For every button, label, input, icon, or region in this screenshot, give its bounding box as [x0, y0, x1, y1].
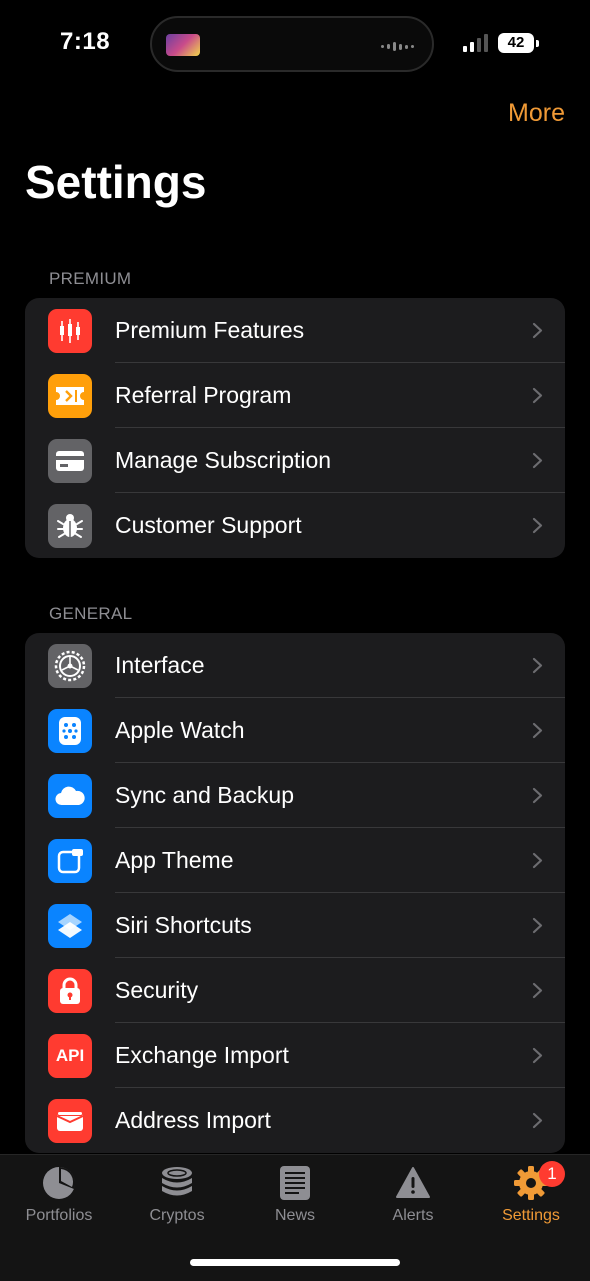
- settings-row-label: Address Import: [115, 1107, 271, 1133]
- cellular-signal-icon: [463, 34, 488, 52]
- settings-row-label: Apple Watch: [115, 717, 245, 743]
- now-playing-thumbnail: [166, 34, 200, 56]
- tab-news[interactable]: News: [236, 1165, 354, 1245]
- chevron-right-icon: [532, 1112, 543, 1129]
- settings-row-sync-and-backup[interactable]: Sync and Backup: [25, 763, 565, 828]
- credit-card-icon: [48, 439, 92, 483]
- warning-icon: [396, 1167, 430, 1198]
- tab-label: Settings: [502, 1207, 560, 1224]
- settings-row-label: Sync and Backup: [115, 782, 295, 808]
- notification-badge: 1: [539, 1161, 565, 1187]
- audio-waveform-icon: [381, 42, 414, 51]
- page-title: Settings: [25, 156, 207, 208]
- lock-icon: [48, 969, 92, 1013]
- settings-row-label: Interface: [115, 652, 205, 678]
- watch-icon: [48, 709, 92, 753]
- ticket-icon: [48, 374, 92, 418]
- candlestick-chart-icon: [48, 309, 92, 353]
- chevron-right-icon: [532, 1047, 543, 1064]
- chevron-right-icon: [532, 787, 543, 804]
- tab-portfolios[interactable]: Portfolios: [0, 1165, 118, 1245]
- settings-row-label: Customer Support: [115, 512, 302, 538]
- status-time: 7:18: [60, 28, 111, 55]
- premium-group: Premium Features Referral Program Manage…: [25, 298, 565, 558]
- tab-cryptos[interactable]: Cryptos: [118, 1165, 236, 1245]
- chevron-right-icon: [532, 657, 543, 674]
- section-header-premium: PREMIUM: [49, 269, 132, 288]
- more-button[interactable]: More: [508, 99, 565, 128]
- settings-row-manage-subscription[interactable]: Manage Subscription: [25, 428, 565, 493]
- newspaper-icon: [280, 1166, 310, 1200]
- dynamic-island[interactable]: [150, 16, 434, 72]
- settings-row-siri-shortcuts[interactable]: Siri Shortcuts: [25, 893, 565, 958]
- chevron-right-icon: [532, 517, 543, 534]
- settings-row-exchange-import[interactable]: API Exchange Import: [25, 1023, 565, 1088]
- chevron-right-icon: [532, 452, 543, 469]
- gear-icon: [48, 644, 92, 688]
- settings-row-label: Referral Program: [115, 382, 292, 408]
- api-icon: API: [48, 1034, 92, 1078]
- chevron-right-icon: [532, 322, 543, 339]
- bug-icon: [48, 504, 92, 548]
- cloud-icon: [48, 774, 92, 818]
- wallet-icon: [48, 1099, 92, 1143]
- shortcuts-icon: [48, 904, 92, 948]
- settings-row-label: App Theme: [115, 847, 234, 873]
- battery-tip: [536, 40, 539, 47]
- chevron-right-icon: [532, 387, 543, 404]
- settings-row-referral-program[interactable]: Referral Program: [25, 363, 565, 428]
- tab-label: Alerts: [392, 1207, 434, 1224]
- theme-icon: [48, 839, 92, 883]
- api-icon-text: API: [55, 1046, 85, 1065]
- battery-icon: 42: [498, 33, 534, 53]
- settings-row-label: Security: [115, 977, 199, 1003]
- chevron-right-icon: [532, 917, 543, 934]
- tab-alerts[interactable]: Alerts: [354, 1165, 472, 1245]
- home-indicator[interactable]: [190, 1259, 400, 1266]
- pie-chart-icon: [43, 1166, 76, 1199]
- settings-row-premium-features[interactable]: Premium Features: [25, 298, 565, 363]
- chevron-right-icon: [532, 852, 543, 869]
- settings-row-label: Exchange Import: [115, 1042, 289, 1068]
- settings-row-label: Siri Shortcuts: [115, 912, 252, 938]
- coins-stack-icon: [162, 1167, 192, 1196]
- settings-row-security[interactable]: Security: [25, 958, 565, 1023]
- status-bar: 7:18 42: [0, 0, 590, 90]
- tab-label: Cryptos: [149, 1207, 205, 1224]
- settings-row-address-import[interactable]: Address Import: [25, 1088, 565, 1153]
- general-group: Interface Apple Watch Sync and Backup Ap…: [25, 633, 565, 1153]
- settings-row-label: Premium Features: [115, 317, 305, 343]
- chevron-right-icon: [532, 722, 543, 739]
- chevron-right-icon: [532, 982, 543, 999]
- settings-row-apple-watch[interactable]: Apple Watch: [25, 698, 565, 763]
- tab-settings[interactable]: 1 Settings: [472, 1161, 590, 1245]
- settings-row-app-theme[interactable]: App Theme: [25, 828, 565, 893]
- tab-label: News: [274, 1207, 315, 1224]
- section-header-general: GENERAL: [49, 604, 133, 623]
- tab-label: Portfolios: [25, 1207, 93, 1224]
- settings-row-customer-support[interactable]: Customer Support: [25, 493, 565, 558]
- settings-row-interface[interactable]: Interface: [25, 633, 565, 698]
- settings-row-label: Manage Subscription: [115, 447, 332, 473]
